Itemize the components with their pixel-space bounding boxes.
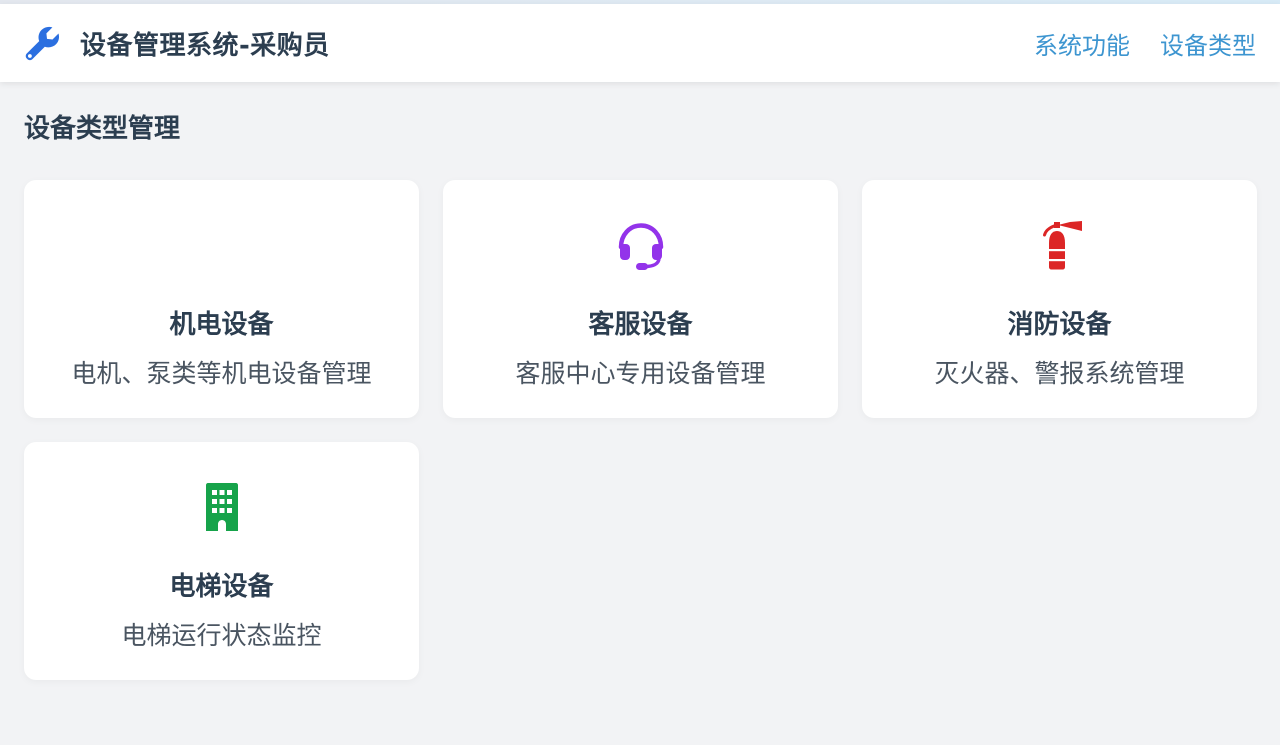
brand: 设备管理系统-采购员 xyxy=(22,22,330,64)
card-description: 电机、泵类等机电设备管理 xyxy=(71,359,372,388)
bottom-edge xyxy=(0,745,1282,749)
app-header: 设备管理系统-采购员 系统功能 设备类型 xyxy=(0,4,1280,82)
card-description: 客服中心专用设备管理 xyxy=(515,359,766,388)
card-mechanical-electrical[interactable]: 机电设备 电机、泵类等机电设备管理 xyxy=(24,180,419,418)
page-title: 设备类型管理 xyxy=(24,114,181,144)
card-customer-service[interactable]: 客服设备 客服中心专用设备管理 xyxy=(443,180,838,418)
card-description: 灭火器、警报系统管理 xyxy=(934,359,1185,388)
card-description: 电梯运行状态监控 xyxy=(121,621,322,650)
card-title: 消防设备 xyxy=(1007,310,1112,340)
card-fire-protection[interactable]: 消防设备 灭火器、警报系统管理 xyxy=(862,180,1257,418)
card-elevator[interactable]: 电梯设备 电梯运行状态监控 xyxy=(24,442,419,680)
card-title: 机电设备 xyxy=(169,310,274,340)
card-title: 电梯设备 xyxy=(169,572,274,602)
nav-system-functions[interactable]: 系统功能 xyxy=(1034,26,1130,61)
fire-extinguisher-icon xyxy=(1033,218,1087,272)
nav-device-types[interactable]: 设备类型 xyxy=(1160,26,1256,61)
building-icon xyxy=(195,480,249,534)
card-title: 客服设备 xyxy=(588,310,693,340)
headset-icon xyxy=(614,218,668,272)
app-title: 设备管理系统-采购员 xyxy=(80,30,330,61)
wrench-icon xyxy=(22,22,64,64)
top-nav: 系统功能 设备类型 xyxy=(1004,26,1256,61)
